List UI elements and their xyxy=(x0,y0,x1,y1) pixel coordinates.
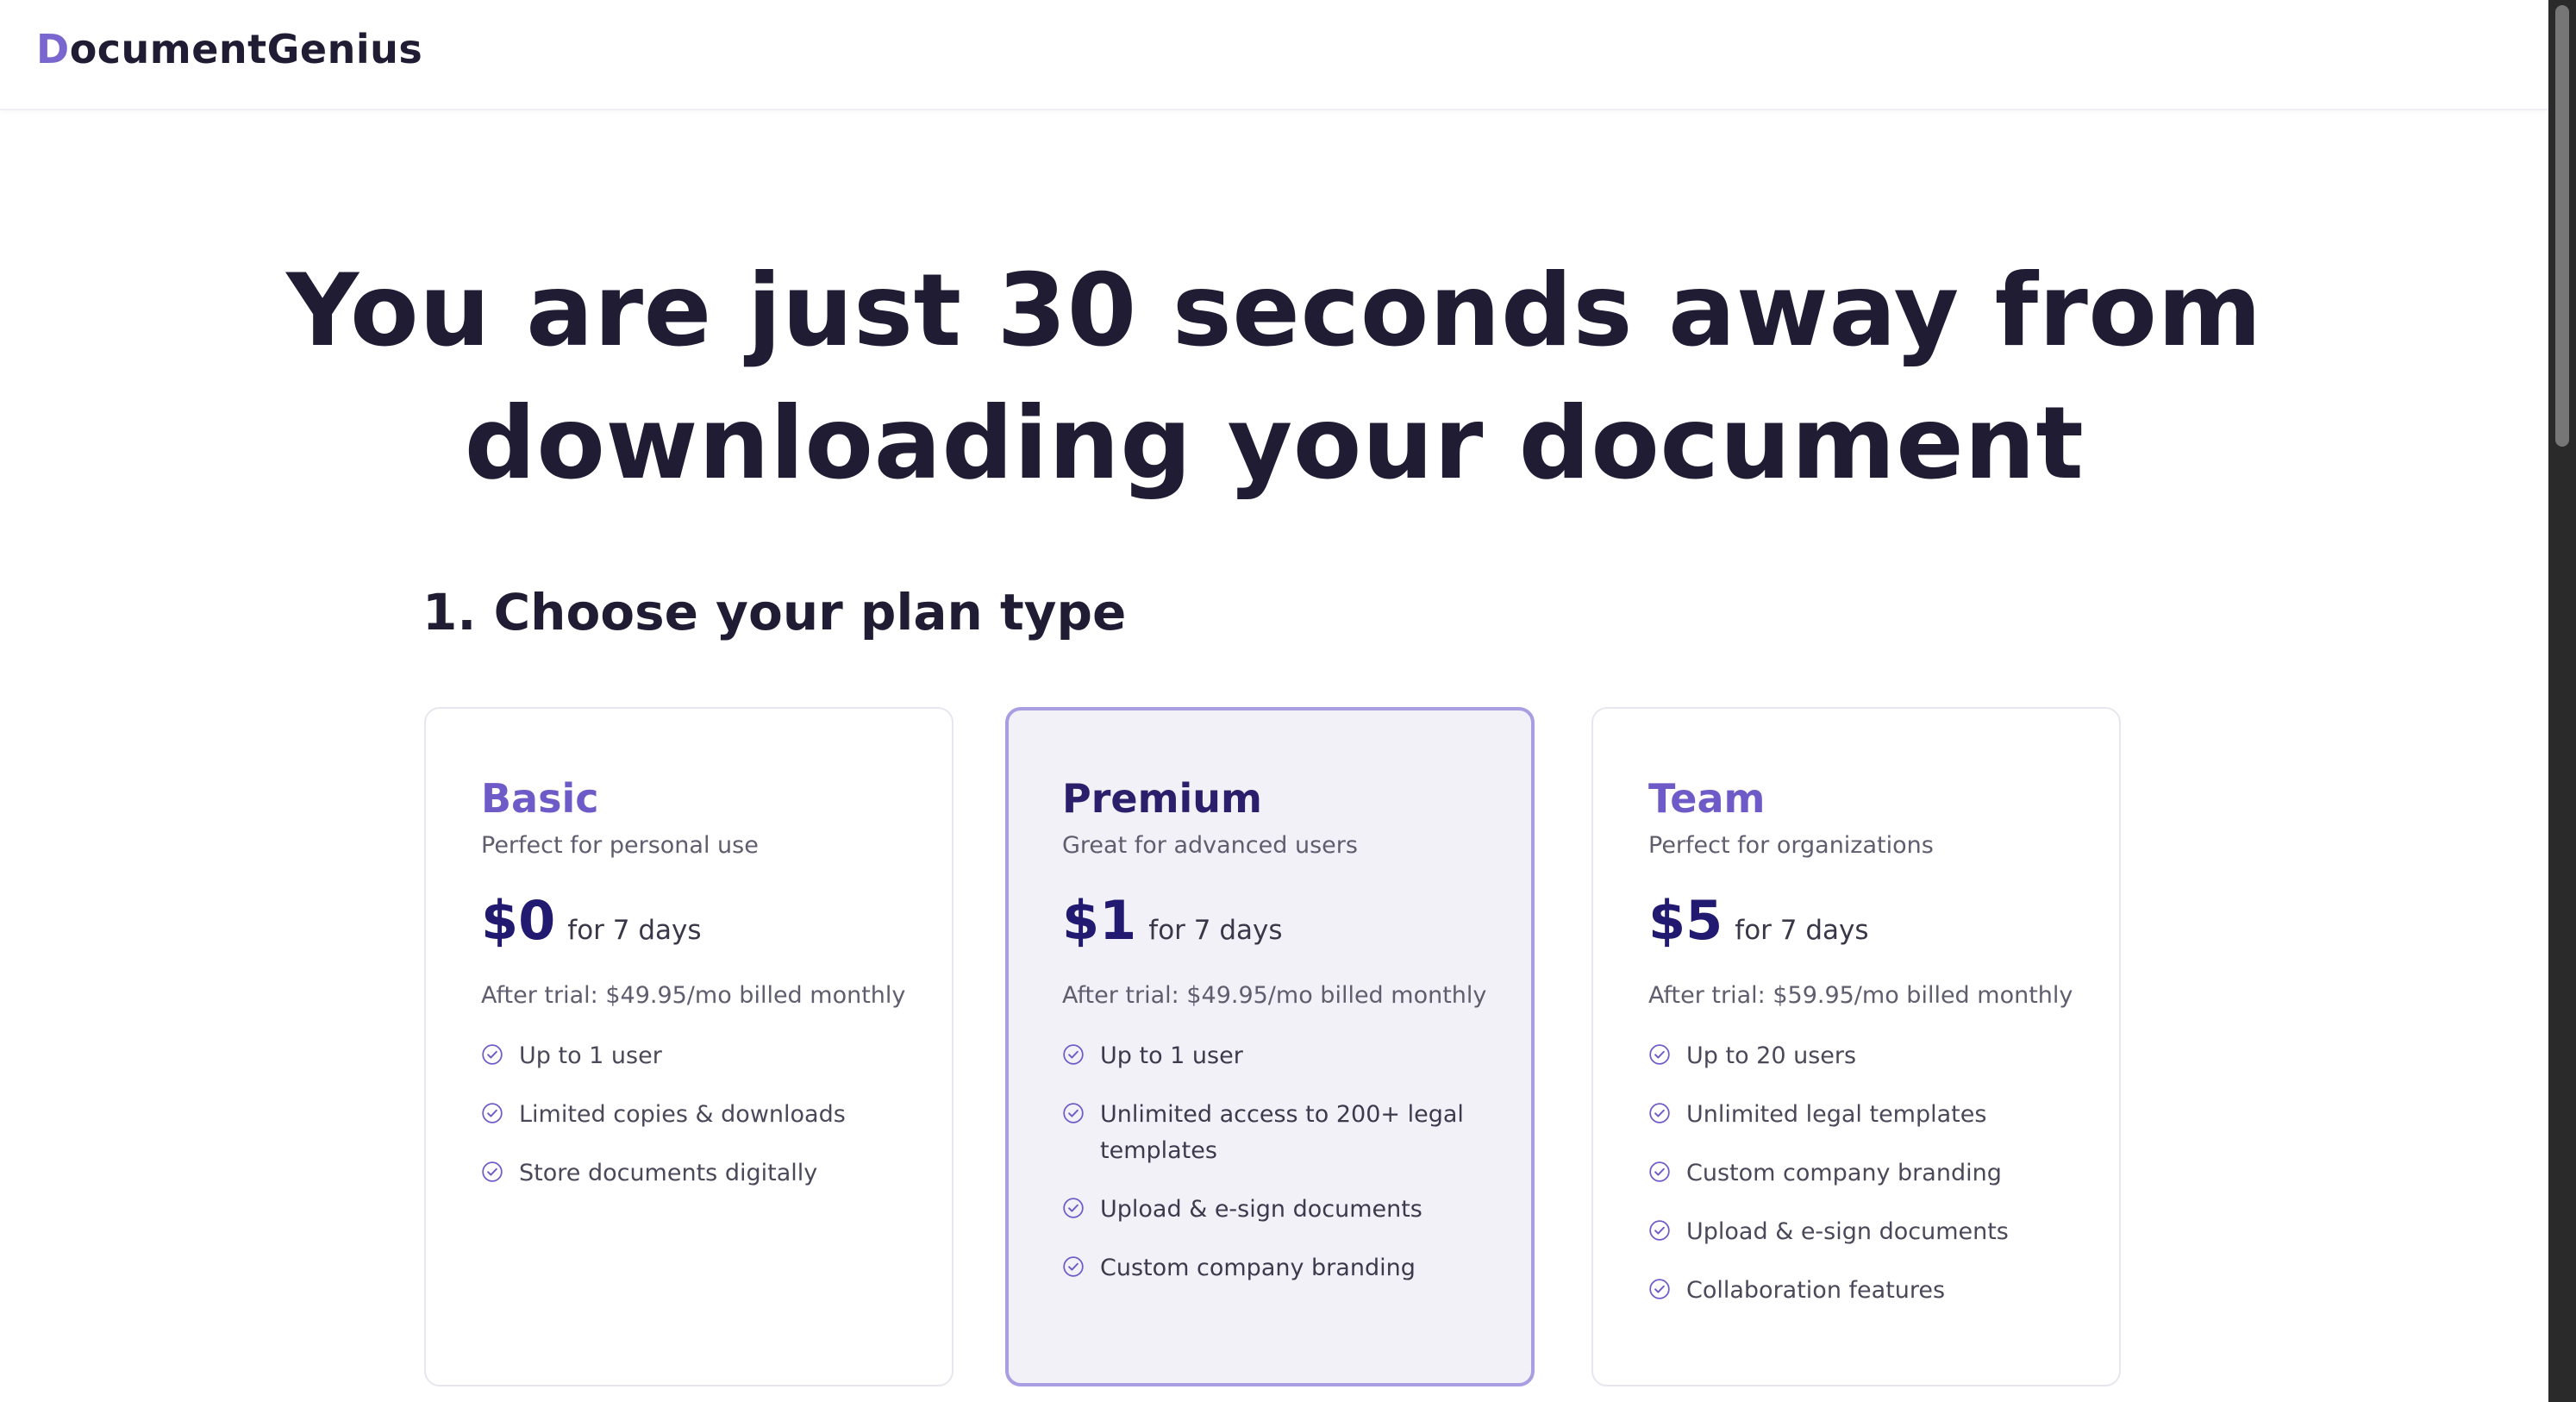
check-circle-icon xyxy=(1063,1044,1084,1065)
logo-initial: D xyxy=(36,26,70,72)
plan-period: for 7 days xyxy=(1735,915,1869,946)
plan-period: for 7 days xyxy=(1148,915,1283,946)
plan-tagline: Perfect for organizations xyxy=(1648,832,1934,859)
feature-text: Up to 20 users xyxy=(1686,1042,1857,1069)
plan-card-premium[interactable]: Premium Great for advanced users $1 for … xyxy=(1005,707,1535,1386)
after-trial-price: After trial: $59.95/mo billed monthly xyxy=(1648,982,2073,1009)
plan-price: $1 xyxy=(1062,889,1137,952)
top-bar: DocumentGenius xyxy=(0,0,2548,110)
feature-item: Up to 1 user xyxy=(481,1038,917,1074)
check-circle-icon xyxy=(482,1044,503,1065)
plan-card-basic[interactable]: Basic Perfect for personal use $0 for 7 … xyxy=(424,707,953,1386)
plan-card-team[interactable]: Team Perfect for organizations $5 for 7 … xyxy=(1591,707,2121,1386)
feature-item: Unlimited legal templates xyxy=(1648,1097,2085,1133)
feature-item: Upload & e-sign documents xyxy=(1648,1214,2085,1250)
check-circle-icon xyxy=(482,1161,503,1182)
feature-item: Up to 20 users xyxy=(1648,1038,2085,1074)
feature-item: Custom company branding xyxy=(1062,1250,1497,1286)
plan-name: Team xyxy=(1648,775,1766,822)
feature-text: Unlimited access to 200+ legal templates xyxy=(1100,1101,1464,1164)
feature-text: Unlimited legal templates xyxy=(1686,1101,1987,1128)
plan-tagline: Great for advanced users xyxy=(1062,832,1358,859)
plan-price: $0 xyxy=(481,889,556,952)
feature-item: Custom company branding xyxy=(1648,1155,2085,1192)
check-circle-icon xyxy=(482,1103,503,1123)
page: DocumentGenius You are just 30 seconds a… xyxy=(0,0,2576,1402)
check-circle-icon xyxy=(1649,1103,1670,1123)
logo[interactable]: DocumentGenius xyxy=(36,26,422,72)
after-trial-price: After trial: $49.95/mo billed monthly xyxy=(1062,982,1487,1009)
feature-text: Limited copies & downloads xyxy=(519,1101,846,1128)
plan-price: $5 xyxy=(1648,889,1723,952)
plan-name: Basic xyxy=(481,775,599,822)
check-circle-icon xyxy=(1063,1103,1084,1123)
feature-list: Up to 1 user Limited copies & downloads … xyxy=(481,1038,917,1192)
logo-wordmark: ocumentGenius xyxy=(69,26,423,72)
hero-heading: You are just 30 seconds away from downlo… xyxy=(0,245,2548,510)
feature-text: Upload & e-sign documents xyxy=(1686,1218,2009,1245)
price-row: $0 for 7 days xyxy=(481,888,917,954)
check-circle-icon xyxy=(1649,1044,1670,1065)
feature-list: Up to 1 user Unlimited access to 200+ le… xyxy=(1062,1038,1497,1286)
feature-text: Collaboration features xyxy=(1686,1277,1946,1304)
scrollbar[interactable] xyxy=(2548,0,2576,1402)
feature-item: Collaboration features xyxy=(1648,1273,2085,1309)
feature-text: Up to 1 user xyxy=(519,1042,662,1069)
hero-line-1: You are just 30 seconds away from xyxy=(286,253,2262,369)
plan-tagline: Perfect for personal use xyxy=(481,832,759,859)
hero-line-2: downloading your document xyxy=(464,385,2085,502)
plan-name: Premium xyxy=(1062,775,1262,822)
price-row: $5 for 7 days xyxy=(1648,888,2085,954)
feature-text: Custom company branding xyxy=(1100,1255,1416,1281)
feature-item: Limited copies & downloads xyxy=(481,1097,917,1133)
feature-item: Unlimited access to 200+ legal templates xyxy=(1062,1097,1497,1169)
check-circle-icon xyxy=(1649,1279,1670,1299)
check-circle-icon xyxy=(1063,1256,1084,1277)
plan-period: for 7 days xyxy=(567,915,702,946)
feature-item: Up to 1 user xyxy=(1062,1038,1497,1074)
check-circle-icon xyxy=(1649,1161,1670,1182)
feature-text: Custom company branding xyxy=(1686,1160,2002,1186)
feature-text: Store documents digitally xyxy=(519,1160,818,1186)
scrollbar-thumb[interactable] xyxy=(2555,5,2569,447)
feature-item: Upload & e-sign documents xyxy=(1062,1192,1497,1228)
feature-item: Store documents digitally xyxy=(481,1155,917,1192)
feature-list: Up to 20 users Unlimited legal templates… xyxy=(1648,1038,2085,1309)
check-circle-icon xyxy=(1063,1198,1084,1218)
plan-type-heading: 1. Choose your plan type xyxy=(422,583,1127,642)
feature-text: Upload & e-sign documents xyxy=(1100,1196,1422,1223)
price-row: $1 for 7 days xyxy=(1062,888,1497,954)
feature-text: Up to 1 user xyxy=(1100,1042,1243,1069)
after-trial-price: After trial: $49.95/mo billed monthly xyxy=(481,982,906,1009)
check-circle-icon xyxy=(1649,1220,1670,1241)
